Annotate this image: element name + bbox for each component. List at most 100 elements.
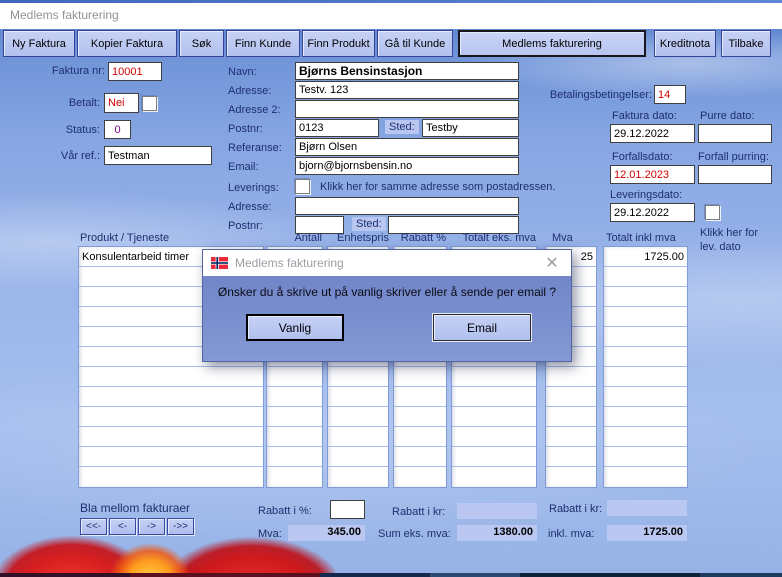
table-cell-enhetspris-row7[interactable] [328,387,388,407]
table-cell-mva-row9[interactable] [546,427,596,447]
table-cell-produkt-row9[interactable] [79,427,263,447]
lev-dato-hint-line2: lev. dato [700,241,741,253]
table-cell-antall-row10[interactable] [267,447,322,467]
table-cell-produkt-row7[interactable] [79,387,263,407]
table-cell-enhetspris-row11[interactable] [328,467,388,487]
table-cell-totalt_inkl-row5[interactable] [604,347,687,367]
print-dialog-titlebar[interactable]: Medlems fakturering ✕ [203,250,571,276]
faktura-dato-label: Faktura dato: [612,110,677,122]
ga-til-kunde-button[interactable]: Gå til Kunde [377,30,453,57]
table-cell-totalt_inkl-row10[interactable] [604,447,687,467]
first-invoice-button[interactable]: <<- [80,518,107,535]
previous-invoice-button[interactable]: <- [109,518,136,535]
faktura-nr-field[interactable]: 10001 [108,62,162,81]
table-cell-enhetspris-row8[interactable] [328,407,388,427]
table-cell-totalt_inkl-row1[interactable] [604,267,687,287]
sok-button[interactable]: Søk [179,30,224,57]
table-cell-enhetspris-row10[interactable] [328,447,388,467]
table-cell-antall-row7[interactable] [267,387,322,407]
table-cell-mva-row8[interactable] [546,407,596,427]
col-header-enhetspris: Enhetspris [337,232,389,244]
table-cell-totalt_inkl-row11[interactable] [604,467,687,487]
tilbake-button[interactable]: Tilbake [721,30,771,57]
kopier-faktura-button[interactable]: Kopier Faktura [77,30,177,57]
table-cell-totalt_eks-row7[interactable] [452,387,536,407]
adresse2-field[interactable] [295,100,519,118]
same-address-hint: Klikk her for samme adresse som postadre… [320,181,556,193]
adresse-field[interactable]: Testv. 123 [295,81,519,99]
purre-dato-field[interactable] [698,124,772,143]
rabatt-kr2-field[interactable] [607,500,687,516]
table-cell-totalt_inkl-row2[interactable] [604,287,687,307]
referanse-field[interactable]: Bjørn Olsen [295,138,519,156]
same-address-checkbox[interactable] [295,179,310,194]
table-cell-rabatt-row6[interactable] [394,367,446,387]
table-cell-rabatt-row8[interactable] [394,407,446,427]
table-cell-rabatt-row10[interactable] [394,447,446,467]
table-cell-mva-row7[interactable] [546,387,596,407]
kreditnota-button[interactable]: Kreditnota [654,30,716,57]
table-cell-enhetspris-row9[interactable] [328,427,388,447]
leveringsdato-label: Leveringsdato: [610,189,683,201]
close-icon[interactable]: ✕ [541,253,563,273]
table-cell-totalt_inkl-row3[interactable] [604,307,687,327]
table-cell-totalt_eks-row6[interactable] [452,367,536,387]
table-cell-enhetspris-row6[interactable] [328,367,388,387]
table-cell-antall-row11[interactable] [267,467,322,487]
lev-adresse-field[interactable] [295,197,519,215]
var-ref-field[interactable]: Testman [104,146,212,165]
table-cell-antall-row8[interactable] [267,407,322,427]
lev-dato-checkbox[interactable] [705,205,720,220]
table-cell-totalt_inkl-row8[interactable] [604,407,687,427]
betalt-field[interactable]: Nei [104,93,139,113]
rabatt-pct-field[interactable] [330,500,365,519]
rabatt-kr1-field[interactable] [457,503,537,519]
betalingsbetingelser-field[interactable]: 14 [654,85,686,104]
table-cell-totalt_inkl-row0[interactable]: 1725.00 [604,247,687,267]
table-cell-totalt_eks-row9[interactable] [452,427,536,447]
navn-label: Navn: [228,66,257,78]
table-cell-mva-row10[interactable] [546,447,596,467]
forfallsdato-field[interactable]: 12.01.2023 [610,165,695,184]
table-cell-rabatt-row9[interactable] [394,427,446,447]
leveringsdato-field[interactable]: 29.12.2022 [610,203,695,222]
finn-produkt-button[interactable]: Finn Produkt [302,30,375,57]
print-dialog-title: Medlems fakturering [235,256,344,270]
table-cell-antall-row9[interactable] [267,427,322,447]
table-cell-produkt-row10[interactable] [79,447,263,467]
navn-field[interactable]: Bjørns Bensinstasjon [295,62,519,80]
table-cell-totalt_inkl-row9[interactable] [604,427,687,447]
table-cell-totalt_inkl-row4[interactable] [604,327,687,347]
table-column-totalt-inkl: 1725.00 [603,246,688,488]
table-cell-mva-row6[interactable] [546,367,596,387]
postnr-field[interactable]: 0123 [295,119,379,137]
vanlig-button[interactable]: Vanlig [246,314,344,341]
finn-kunde-button[interactable]: Finn Kunde [226,30,300,57]
print-dialog: Medlems fakturering ✕ Ønsker du å skrive… [202,249,572,362]
table-cell-totalt_eks-row11[interactable] [452,467,536,487]
table-cell-totalt_eks-row10[interactable] [452,447,536,467]
table-cell-produkt-row8[interactable] [79,407,263,427]
medlems-fakturering-button[interactable]: Medlems fakturering [458,30,646,57]
ny-faktura-button[interactable]: Ny Faktura [3,30,75,57]
status-field[interactable]: 0 [104,120,131,139]
inkl-mva-label: inkl. mva: [548,528,595,540]
next-invoice-button[interactable]: -> [138,518,165,535]
email-button[interactable]: Email [433,314,531,341]
table-cell-rabatt-row11[interactable] [394,467,446,487]
table-cell-rabatt-row7[interactable] [394,387,446,407]
betalt-checkbox[interactable] [142,96,157,111]
last-invoice-button[interactable]: ->> [167,518,194,535]
faktura-dato-field[interactable]: 29.12.2022 [610,124,695,143]
table-cell-produkt-row6[interactable] [79,367,263,387]
table-cell-antall-row6[interactable] [267,367,322,387]
table-cell-totalt_inkl-row6[interactable] [604,367,687,387]
email-field[interactable]: bjorn@bjornsbensin.no [295,157,519,175]
forfall-purring-field[interactable] [698,165,772,184]
table-cell-mva-row11[interactable] [546,467,596,487]
lev-sted-label: Sted: [352,217,386,231]
sted-field[interactable]: Testby [422,119,519,137]
table-cell-produkt-row11[interactable] [79,467,263,487]
table-cell-totalt_eks-row8[interactable] [452,407,536,427]
table-cell-totalt_inkl-row7[interactable] [604,387,687,407]
